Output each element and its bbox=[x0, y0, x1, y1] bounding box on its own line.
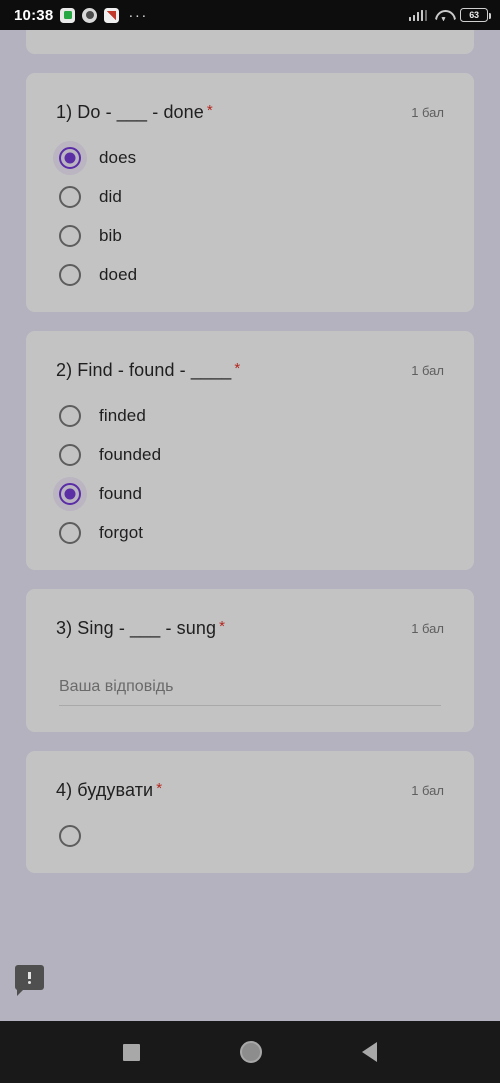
radio-button-icon[interactable] bbox=[59, 825, 81, 847]
radio-option-does[interactable]: does bbox=[56, 146, 444, 169]
feedback-bubble-icon[interactable] bbox=[15, 965, 44, 996]
question-card-2: 2) Find - found - ____ * 1 бал finded fou… bbox=[26, 330, 474, 570]
exclamation-mark-icon bbox=[28, 971, 31, 984]
home-circle-icon[interactable] bbox=[240, 1041, 262, 1063]
radio-option-doed[interactable]: doed bbox=[56, 263, 444, 286]
app-circle-icon bbox=[82, 7, 98, 23]
battery-icon: 63 bbox=[460, 8, 491, 22]
overflow-dots-icon: ··· bbox=[128, 6, 148, 24]
question-title: 1) Do - ___ - done * bbox=[56, 101, 397, 125]
radio-option-found[interactable]: found bbox=[56, 482, 444, 505]
radio-option-label: forgot bbox=[99, 522, 144, 542]
question-header: 1) Do - ___ - done * 1 бал bbox=[56, 101, 444, 125]
status-bar-right: 63 bbox=[408, 8, 491, 22]
radio-option-forgot[interactable]: forgot bbox=[56, 521, 444, 544]
question-title-text: 1) Do - ___ - done bbox=[56, 102, 204, 122]
question-title: 3) Sing - ___ - sung * bbox=[56, 617, 397, 641]
question-card-previous-partial bbox=[26, 30, 474, 54]
status-clock: 10:38 bbox=[14, 6, 54, 24]
radio-group-4-hidden[interactable] bbox=[56, 825, 444, 847]
back-triangle-icon[interactable] bbox=[362, 1042, 377, 1062]
radio-button-icon[interactable] bbox=[59, 224, 81, 247]
radio-group-2[interactable]: finded founded found forgot bbox=[56, 404, 444, 544]
radio-option-label: does bbox=[99, 147, 137, 167]
radio-button-icon[interactable] bbox=[59, 146, 81, 169]
radio-button-icon[interactable] bbox=[59, 404, 81, 427]
question-title-text: 3) Sing - ___ - sung bbox=[56, 617, 217, 638]
question-card-3: 3) Sing - ___ - sung * 1 бал bbox=[26, 588, 474, 733]
radio-option-label: did bbox=[99, 186, 122, 206]
radio-button-icon[interactable] bbox=[59, 521, 81, 544]
question-title: 4) будувати * bbox=[56, 779, 397, 803]
radio-button-icon[interactable] bbox=[59, 482, 81, 505]
required-asterisk: * bbox=[219, 617, 226, 635]
status-bar: 10:38 ··· 63 bbox=[0, 0, 500, 30]
status-bar-left: 10:38 ··· bbox=[14, 7, 148, 24]
radio-option-finded[interactable]: finded bbox=[56, 404, 444, 427]
android-navigation-bar bbox=[0, 1021, 500, 1083]
recents-square-icon[interactable] bbox=[123, 1043, 140, 1061]
question-header: 4) будувати * 1 бал bbox=[56, 779, 444, 803]
answer-input[interactable] bbox=[59, 678, 441, 707]
radio-option-placeholder[interactable] bbox=[56, 825, 444, 847]
radio-option-label: finded bbox=[99, 405, 146, 425]
radio-option-founded[interactable]: founded bbox=[56, 443, 444, 466]
short-answer-field[interactable] bbox=[56, 678, 444, 707]
wifi-icon bbox=[435, 9, 452, 22]
question-title: 2) Find - found - ____ * bbox=[56, 359, 397, 383]
radio-option-bib[interactable]: bib bbox=[56, 224, 444, 247]
radio-option-label: doed bbox=[99, 264, 138, 284]
question-points: 1 бал bbox=[411, 362, 444, 378]
question-header: 2) Find - found - ____ * 1 бал bbox=[56, 359, 444, 383]
question-points: 1 бал bbox=[411, 105, 444, 120]
question-card-1: 1) Do - ___ - done * 1 бал does did bib d… bbox=[26, 73, 474, 312]
question-points: 1 бал bbox=[411, 783, 444, 799]
radio-group-1[interactable]: does did bib doed bbox=[56, 146, 444, 286]
radio-option-did[interactable]: did bbox=[56, 185, 444, 208]
question-points: 1 бал bbox=[411, 620, 444, 636]
radio-button-icon[interactable] bbox=[59, 263, 81, 286]
question-title-text: 2) Find - found - ____ bbox=[56, 359, 232, 380]
radio-button-icon[interactable] bbox=[59, 185, 81, 208]
radio-option-label: found bbox=[99, 483, 143, 503]
app-green-icon bbox=[60, 7, 76, 23]
question-header: 3) Sing - ___ - sung * 1 бал bbox=[56, 617, 444, 641]
radio-option-label: founded bbox=[99, 444, 162, 464]
radio-button-icon[interactable] bbox=[59, 443, 81, 466]
radio-option-label: bib bbox=[99, 225, 122, 245]
required-asterisk: * bbox=[206, 102, 213, 119]
cellular-signal-icon bbox=[408, 9, 427, 21]
required-asterisk: * bbox=[234, 359, 241, 377]
app-chart-icon bbox=[104, 7, 120, 23]
form-scroll-area[interactable]: 1) Do - ___ - done * 1 бал does did bib d… bbox=[0, 30, 500, 1021]
question-title-text: 4) будувати bbox=[56, 780, 154, 801]
required-asterisk: * bbox=[156, 780, 163, 798]
battery-level: 63 bbox=[469, 10, 479, 20]
question-card-4: 4) будувати * 1 бал bbox=[26, 751, 474, 873]
